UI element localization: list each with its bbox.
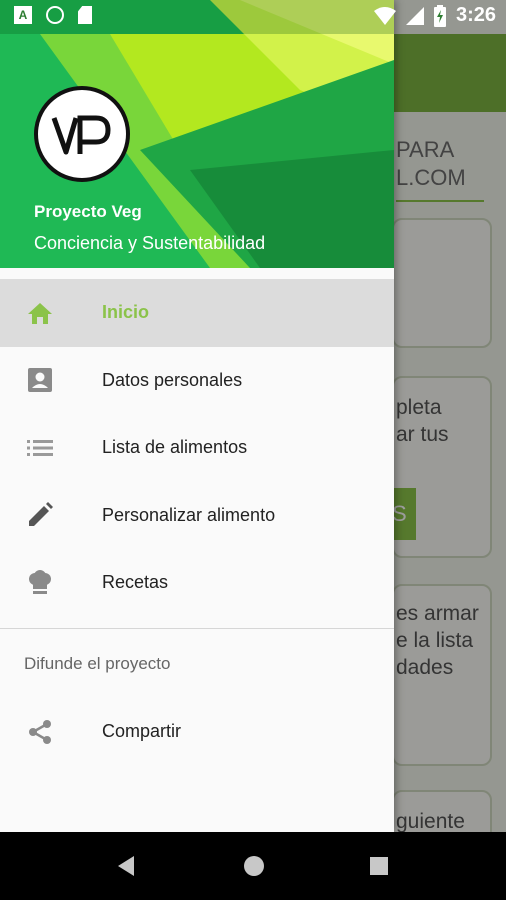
battery-icon [433,4,446,27]
drawer-menu: Inicio Datos personales Lista de aliment… [0,279,394,617]
pencil-icon [26,501,54,529]
app-notification-icon: A [14,6,32,24]
menu-item-label: Recetas [102,572,169,593]
sd-card-icon [78,6,92,24]
menu-item-label: Compartir [102,721,182,741]
back-icon[interactable] [118,856,134,876]
system-navigation-bar [0,832,506,900]
share-icon [26,718,54,746]
drawer-header-title: Proyecto Veg [34,202,142,221]
menu-item-datos-personales[interactable]: Datos personales [0,347,394,415]
system-icons: 3:26 [373,4,496,27]
drawer-header-subtitle: Conciencia y Sustentabilidad [34,233,266,253]
home-button-icon[interactable] [244,856,264,876]
chef-hat-icon [26,569,54,597]
list-icon [26,434,54,462]
status-bar: A 3:26 [0,0,506,34]
notification-icons: A [14,6,92,24]
home-icon [26,299,54,327]
recents-icon[interactable] [370,857,388,875]
section-title-difunde: Difunde el proyecto [24,654,171,673]
menu-divider [0,628,394,629]
menu-item-label: Personalizar alimento [102,504,276,525]
wifi-icon [373,6,396,25]
menu-item-compartir[interactable]: Compartir [0,698,394,765]
menu-item-lista-alimentos[interactable]: Lista de alimentos [0,414,394,482]
project-logo [34,86,130,182]
menu-item-personalizar-alimento[interactable]: Personalizar alimento [0,482,394,550]
menu-item-inicio[interactable]: Inicio [0,279,394,347]
drawer-header: Proyecto Veg Conciencia y Sustentabilida… [0,0,394,268]
sync-icon [46,6,64,24]
navigation-drawer: Proyecto Veg Conciencia y Sustentabilida… [0,0,394,832]
status-time: 3:26 [455,4,496,26]
app-notification-letter: A [18,8,28,22]
account-box-icon [26,366,54,394]
signal-icon [405,6,424,25]
vp-logo-mark [51,115,111,155]
menu-item-label: Inicio [102,302,150,323]
menu-item-recetas[interactable]: Recetas [0,549,394,617]
menu-item-label: Datos personales [102,369,243,390]
menu-item-label: Lista de alimentos [102,437,248,458]
